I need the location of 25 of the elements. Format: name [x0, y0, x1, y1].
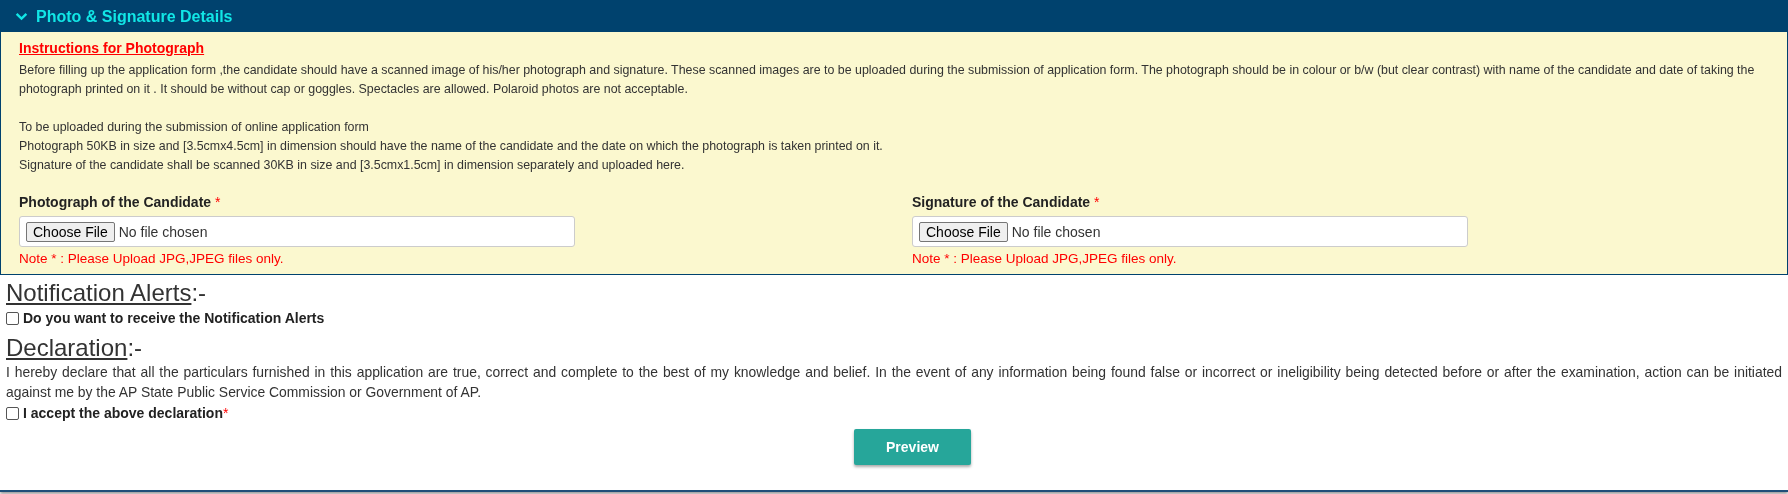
choose-file-button[interactable]: Choose File	[26, 221, 115, 242]
chevron-down-icon	[15, 10, 28, 23]
checkbox-label: Do you want to receive the Notification Alerts	[23, 310, 325, 326]
section-heading: Notification Alerts:-	[6, 279, 208, 307]
instruction-text: Signature of the candidate shall be scanned 30KB in size and [3.5cmx1.5cm] in dimension separately and uploaded here.	[19, 157, 686, 174]
file-input-field[interactable]: Choose File No file chosen	[19, 216, 575, 247]
field-label: Photograph of the Candidate *	[19, 194, 222, 210]
file-input-field[interactable]: Choose File No file chosen	[912, 216, 1468, 247]
instruction-text: To be uploaded during the submission of online application form	[19, 119, 370, 136]
file-type-note: Note * : Please Upload JPG,JPEG files only.	[19, 251, 285, 266]
file-type-note: Note * : Please Upload JPG,JPEG files only.	[912, 251, 1178, 266]
instruction-text: Before filling up the application form ,the candidate should have a scanned image of his/her photograph and signature. These scanned images are to be uploaded during the submission of application form. The photograph should be in colour or b/w (but clear contrast) with name of the candidate and date of taking the photograph printed on it . It should be without cap or goggles. Spectacles are allowed. Polaroid photos are not acceptable.	[19, 62, 1756, 98]
checkbox-label: I accept the above declaration*	[23, 405, 229, 421]
field-label: Signature of the Candidate *	[912, 194, 1101, 210]
checkbox[interactable]	[6, 406, 19, 420]
section-heading: Declaration:-	[6, 334, 144, 362]
section-header[interactable]: Photo & Signature Details	[1, 1, 1787, 32]
choose-file-button[interactable]: Choose File	[919, 221, 1008, 242]
checkbox[interactable]	[6, 311, 19, 325]
instruction-text: Photograph 50KB in size and [3.5cmx4.5cm] in dimension should have the name of the candidate and the date on which the photograph is taken printed on it.	[19, 138, 884, 155]
declaration-text: I hereby declare that all the particulars furnished in this application are true, correct and complete to the best of my knowledge and belief. In the event of any information being found false or incorrect or ineligibility being detected before or after the examination, action can be initiated against me by the AP State Public Service Commission or Government of AP.	[6, 363, 1782, 402]
section-title: Photo & Signature Details	[36, 7, 233, 26]
instructions-heading: Instructions for Photograph	[19, 40, 206, 56]
file-status-text: No file chosen	[1011, 223, 1101, 240]
file-status-text: No file chosen	[118, 223, 208, 240]
